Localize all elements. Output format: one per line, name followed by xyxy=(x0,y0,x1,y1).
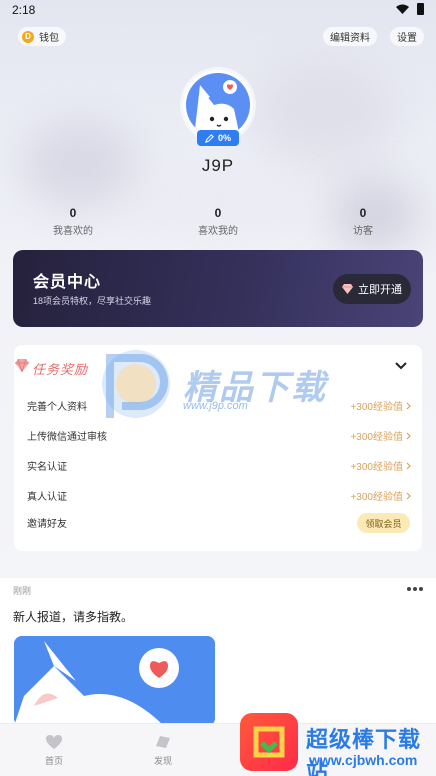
chevron-right-icon xyxy=(406,402,411,409)
stat-value: 0 xyxy=(69,206,77,220)
claim-membership-button[interactable]: 领取会员 xyxy=(357,513,410,533)
task-reward: +300经验值 xyxy=(350,428,411,443)
stat-visitors[interactable]: 0 访客 xyxy=(313,206,413,237)
nav-home-label: 首页 xyxy=(44,756,63,766)
nav-discover[interactable]: 发现 xyxy=(143,734,183,767)
stat-label: 喜欢我的 xyxy=(198,226,238,237)
open-membership-label: 立即开通 xyxy=(358,284,402,296)
wallet-label: 钱包 xyxy=(39,33,59,44)
task-label: 邀请好友 xyxy=(27,519,67,530)
member-subtitle: 18项会员特权，尽享社交乐趣 xyxy=(33,296,152,306)
task-gem-icon xyxy=(15,359,29,372)
heart-icon xyxy=(46,735,62,749)
corner-watermark-logo-icon xyxy=(240,713,298,771)
settings-button[interactable]: 设置 xyxy=(390,27,424,46)
gem-icon xyxy=(342,284,353,294)
task-reward-text: +300经验值 xyxy=(350,432,403,443)
chevron-right-icon xyxy=(406,492,411,499)
avatar xyxy=(186,73,250,137)
member-title: 会员中心 xyxy=(33,274,102,291)
post-time: 刚刚 xyxy=(13,586,32,596)
profile-progress-badge[interactable]: 0% xyxy=(197,130,239,146)
task-row[interactable]: 完善个人资料 +300经验值 xyxy=(27,398,411,414)
more-icon[interactable] xyxy=(406,586,424,592)
stat-likes-me[interactable]: 0 喜欢我的 xyxy=(168,206,268,237)
wifi-icon xyxy=(396,4,409,14)
chevron-right-icon xyxy=(406,462,411,469)
task-reward-text: +300经验值 xyxy=(350,402,403,413)
nav-discover-label: 发现 xyxy=(153,756,172,766)
stat-value: 0 xyxy=(214,206,222,220)
task-label: 真人认证 xyxy=(27,492,67,503)
chevron-down-icon[interactable] xyxy=(395,362,407,370)
progress-value: 0% xyxy=(217,133,231,143)
task-reward: +300经验值 xyxy=(350,398,411,413)
stat-i-like[interactable]: 0 我喜欢的 xyxy=(23,206,123,237)
nav-home[interactable]: 首页 xyxy=(34,734,74,767)
task-reward-text: +300经验值 xyxy=(350,462,403,473)
post-text: 新人报道，请多指教。 xyxy=(13,610,134,624)
stat-value: 0 xyxy=(359,206,367,220)
edit-profile-button[interactable]: 编辑资料 xyxy=(323,27,377,46)
task-row[interactable]: 真人认证 +300经验值 xyxy=(27,488,411,504)
cat-illustration-icon xyxy=(14,636,215,726)
task-row[interactable]: 上传微信通过审核 +300经验值 xyxy=(27,428,411,444)
task-label: 上传微信通过审核 xyxy=(27,432,107,443)
task-row: 邀请好友 xyxy=(27,515,411,531)
cat-avatar-icon xyxy=(186,73,250,137)
chevron-right-icon xyxy=(406,432,411,439)
battery-icon xyxy=(417,3,424,15)
open-membership-button[interactable]: 立即开通 xyxy=(333,274,411,304)
coin-icon: D xyxy=(22,30,34,43)
status-bar: 2:18 xyxy=(0,0,436,20)
task-label: 完善个人资料 xyxy=(27,402,87,413)
post-image[interactable] xyxy=(14,636,215,726)
stat-label: 我喜欢的 xyxy=(53,226,93,237)
pencil-icon xyxy=(205,133,214,143)
status-time: 2:18 xyxy=(12,3,36,17)
stat-label: 访客 xyxy=(353,226,373,237)
discover-icon xyxy=(156,736,170,748)
task-reward: +300经验值 xyxy=(350,488,411,503)
corner-watermark-url: www.cjbwh.com xyxy=(309,752,418,768)
task-reward-text: +300经验值 xyxy=(350,492,403,503)
task-title: 任务奖励 xyxy=(32,362,89,377)
member-center-card[interactable]: 会员中心 18项会员特权，尽享社交乐趣 立即开通 xyxy=(13,250,423,327)
task-reward: +300经验值 xyxy=(350,458,411,473)
wallet-button[interactable]: D 钱包 xyxy=(18,27,66,46)
task-label: 实名认证 xyxy=(27,462,67,473)
task-row[interactable]: 实名认证 +300经验值 xyxy=(27,458,411,474)
username: J9P xyxy=(201,156,235,175)
